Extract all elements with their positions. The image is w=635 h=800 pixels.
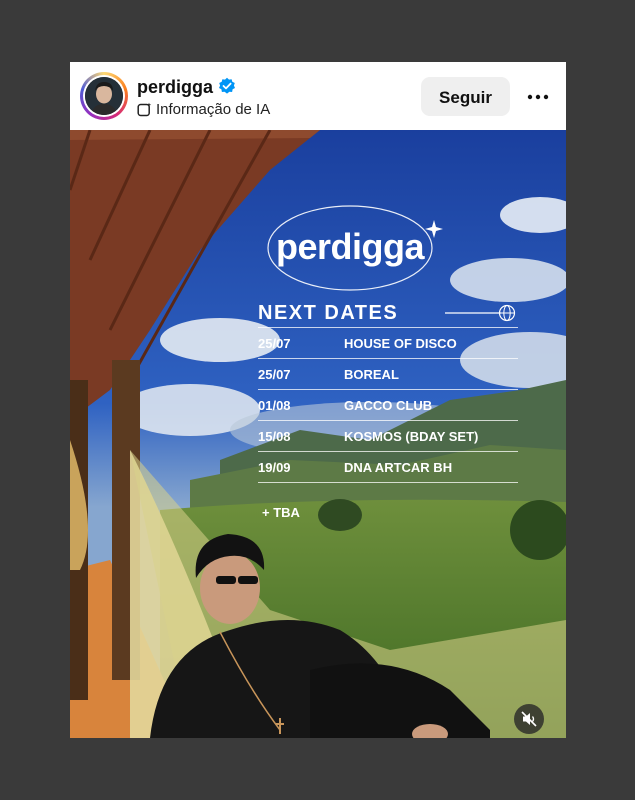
dates-divider: [258, 482, 518, 483]
dates-list: 25/07 HOUSE OF DISCO 25/07 BOREAL 01/08 …: [258, 327, 518, 483]
date-text: 01/08: [258, 398, 291, 413]
mute-button[interactable]: [514, 704, 544, 734]
venue-text: GACCO CLUB: [344, 398, 433, 413]
date-row: 15/08 KOSMOS (BDAY SET): [258, 420, 518, 451]
date-row: 19/09 DNA ARTCAR BH: [258, 451, 518, 482]
story-ring[interactable]: [80, 72, 128, 120]
ai-info-icon: [137, 102, 152, 117]
date-row: 01/08 GACCO CLUB: [258, 389, 518, 420]
tba-label: + TBA: [262, 505, 300, 520]
date-row: 25/07 BOREAL: [258, 358, 518, 389]
venue-text: DNA ARTCAR BH: [344, 460, 453, 475]
venue-text: KOSMOS (BDAY SET): [344, 429, 479, 444]
post-media[interactable]: perdigga NEXT DATES 25/07 HOUSE OF DISCO…: [70, 130, 566, 738]
globe-icon: [445, 304, 516, 322]
muted-speaker-icon: [521, 711, 537, 727]
venue-text: BOREAL: [344, 367, 399, 382]
date-text: 19/09: [258, 460, 291, 475]
avatar-photo: [85, 77, 123, 115]
date-row: 25/07 HOUSE OF DISCO: [258, 327, 518, 358]
more-options-icon[interactable]: [526, 87, 550, 107]
avatar[interactable]: [85, 77, 123, 115]
ai-info-label: Informação de IA: [156, 101, 271, 118]
verified-badge-icon: [219, 77, 235, 94]
follow-button[interactable]: Seguir: [421, 77, 510, 116]
username[interactable]: perdigga: [137, 77, 213, 98]
venue-text: HOUSE OF DISCO: [344, 336, 457, 351]
instagram-post: perdigga Informação de IA Seguir perdigg…: [70, 62, 566, 738]
next-dates-heading: NEXT DATES: [258, 302, 399, 324]
date-text: 25/07: [258, 367, 291, 382]
date-text: 15/08: [258, 429, 291, 444]
post-header: perdigga Informação de IA Seguir: [70, 62, 566, 130]
date-text: 25/07: [258, 336, 291, 351]
brand-logo-text: perdigga: [275, 226, 425, 267]
brand-logo: perdigga: [268, 212, 432, 282]
